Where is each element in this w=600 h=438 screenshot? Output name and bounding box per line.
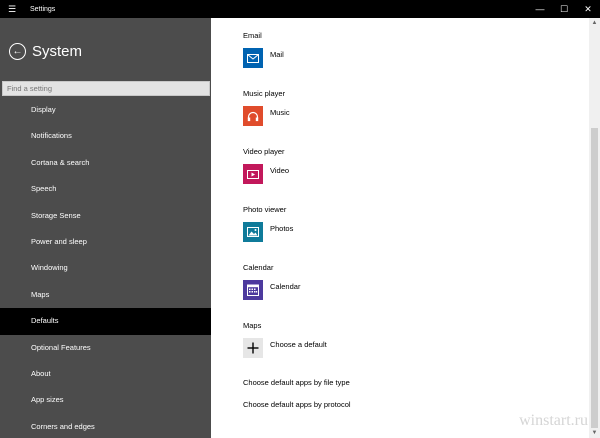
nav-item-optional-features[interactable]: Optional Features	[0, 335, 211, 361]
section-label: Email	[243, 31, 262, 40]
nav-item-notifications[interactable]: Notifications	[0, 123, 211, 149]
section-label: Maps	[243, 321, 262, 330]
video-icon	[243, 164, 263, 184]
nav-item-defaults[interactable]: Defaults	[0, 308, 211, 335]
section-video-player: Video player Video	[243, 147, 289, 184]
plus-icon	[243, 338, 263, 358]
app-name: Calendar	[270, 282, 301, 291]
section-music-player: Music player Music	[243, 89, 290, 126]
section-photo-viewer: Photo viewer Photos	[243, 205, 293, 242]
video-app-button[interactable]: Video	[243, 164, 289, 184]
photos-icon	[243, 222, 263, 242]
calendar-icon	[243, 280, 263, 300]
link-default-apps-by-protocol[interactable]: Choose default apps by protocol	[243, 400, 351, 409]
back-row: ← System	[9, 43, 82, 60]
search-input[interactable]	[2, 81, 210, 96]
nav-item-windowing[interactable]: Windowing	[0, 255, 211, 281]
app-name: Photos	[270, 224, 294, 233]
scroll-thumb[interactable]	[591, 128, 598, 428]
section-maps: Maps Choose a default	[243, 321, 327, 358]
hamburger-menu-icon[interactable]: ☰	[0, 0, 24, 18]
music-app-button[interactable]: Music	[243, 106, 290, 126]
back-arrow-icon[interactable]: ←	[9, 43, 26, 60]
nav-item-display[interactable]: Display	[0, 97, 211, 123]
mail-icon	[243, 48, 263, 68]
nav-item-power-sleep[interactable]: Power and sleep	[0, 229, 211, 255]
section-label: Photo viewer	[243, 205, 287, 214]
app-name: Music	[270, 108, 290, 117]
scrollbar[interactable]: ▲ ▼	[589, 18, 600, 438]
nav-list: Display Notifications Cortana & search S…	[0, 97, 211, 438]
app-name: Mail	[270, 50, 284, 59]
nav-item-maps[interactable]: Maps	[0, 282, 211, 308]
scroll-down-icon[interactable]: ▼	[589, 428, 600, 438]
photo-app-button[interactable]: Photos	[243, 222, 293, 242]
section-label: Music player	[243, 89, 286, 98]
app-name: Video	[270, 166, 290, 175]
watermark: winstart.ru	[519, 412, 588, 429]
nav-item-storage-sense[interactable]: Storage Sense	[0, 203, 211, 229]
section-calendar: Calendar Calendar	[243, 263, 300, 300]
email-app-button[interactable]: Mail	[243, 48, 284, 68]
nav-item-speech[interactable]: Speech	[0, 176, 211, 202]
calendar-app-button[interactable]: Calendar	[243, 280, 300, 300]
page-title: System	[32, 43, 83, 60]
section-email: Email Mail	[243, 31, 284, 68]
title-bar: ☰ Settings — ☐ ✕	[0, 0, 600, 18]
scroll-up-icon[interactable]: ▲	[589, 18, 600, 28]
defaults-content: Email Mail Music player Music Video play…	[211, 18, 589, 438]
nav-item-about[interactable]: About	[0, 361, 211, 387]
sidebar: ← System Display Notifications Cortana &…	[0, 18, 211, 438]
app-name: Choose a default	[270, 340, 327, 349]
window-title: Settings	[30, 5, 56, 13]
headphones-icon	[243, 106, 263, 126]
link-default-apps-by-file-type[interactable]: Choose default apps by file type	[243, 378, 350, 387]
close-button[interactable]: ✕	[576, 0, 600, 18]
window-controls: — ☐ ✕	[528, 0, 600, 18]
maximize-button[interactable]: ☐	[552, 0, 576, 18]
section-label: Calendar	[243, 263, 274, 272]
nav-item-app-sizes[interactable]: App sizes	[0, 387, 211, 413]
nav-item-cortana-search[interactable]: Cortana & search	[0, 150, 211, 176]
maps-choose-default-button[interactable]: Choose a default	[243, 338, 327, 358]
nav-item-corners-edges[interactable]: Corners and edges	[0, 414, 211, 438]
minimize-button[interactable]: —	[528, 0, 552, 18]
section-label: Video player	[243, 147, 285, 156]
